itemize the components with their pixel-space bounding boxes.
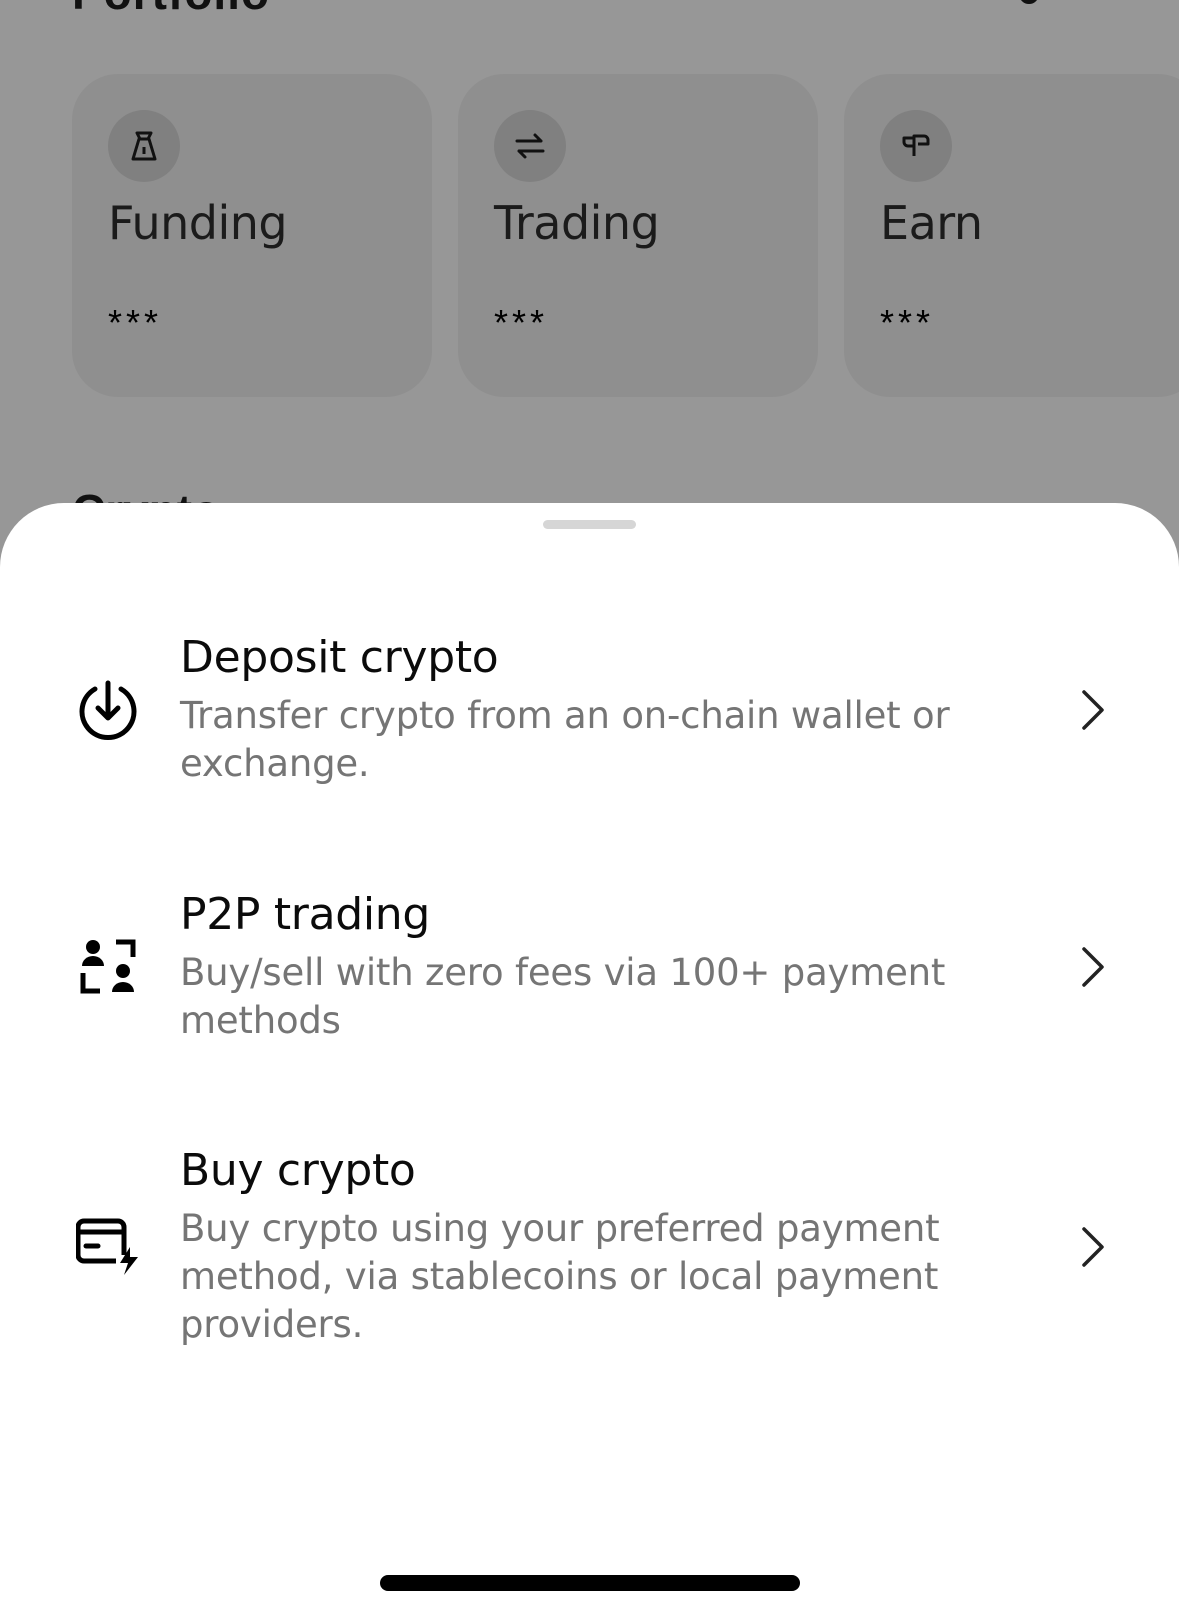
deposit-crypto-text: Deposit crypto Transfer crypto from an o… [180, 630, 990, 788]
chevron-right-icon [1082, 1227, 1104, 1267]
buy-crypto-description: Buy crypto using your preferred payment … [180, 1207, 940, 1346]
deposit-options-sheet: Deposit crypto Transfer crypto from an o… [0, 503, 1179, 1613]
p2p-trading-title: P2P trading [180, 889, 431, 940]
top-right-icon[interactable] [1007, 0, 1071, 6]
deposit-download-icon [76, 678, 140, 742]
earn-card-value: *** [880, 302, 935, 343]
trading-card-value: *** [494, 302, 549, 343]
portfolio-background: Portfolio Funding *** [0, 0, 1179, 560]
funding-card[interactable]: Funding *** [72, 74, 432, 397]
deposit-crypto-description: Transfer crypto from an on-chain wallet … [180, 694, 950, 785]
swap-arrows-icon [494, 110, 566, 182]
trading-card-label: Trading [494, 196, 660, 250]
home-indicator[interactable] [380, 1575, 800, 1591]
deposit-crypto-title: Deposit crypto [180, 632, 499, 683]
buy-crypto-text: Buy crypto Buy crypto using your preferr… [180, 1143, 990, 1349]
page-title: Portfolio [72, 0, 270, 20]
account-cards-row: Funding *** Trading *** Earn *** [72, 74, 1179, 397]
earn-sprout-icon [880, 110, 952, 182]
p2p-trading-text: P2P trading Buy/sell with zero fees via … [180, 887, 990, 1045]
p2p-trading-description: Buy/sell with zero fees via 100+ payment… [180, 951, 946, 1042]
buy-crypto-title: Buy crypto [180, 1145, 416, 1196]
earn-card-label: Earn [880, 196, 983, 250]
earn-card[interactable]: Earn *** [844, 74, 1179, 397]
sheet-drag-handle[interactable] [543, 520, 636, 529]
chevron-right-icon [1082, 947, 1104, 987]
card-lightning-icon [76, 1213, 140, 1277]
trading-card[interactable]: Trading *** [458, 74, 818, 397]
chevron-right-icon [1082, 690, 1104, 730]
funding-card-label: Funding [108, 196, 288, 250]
funding-bag-icon [108, 110, 180, 182]
funding-card-value: *** [108, 302, 163, 343]
p2p-users-icon [76, 935, 140, 999]
